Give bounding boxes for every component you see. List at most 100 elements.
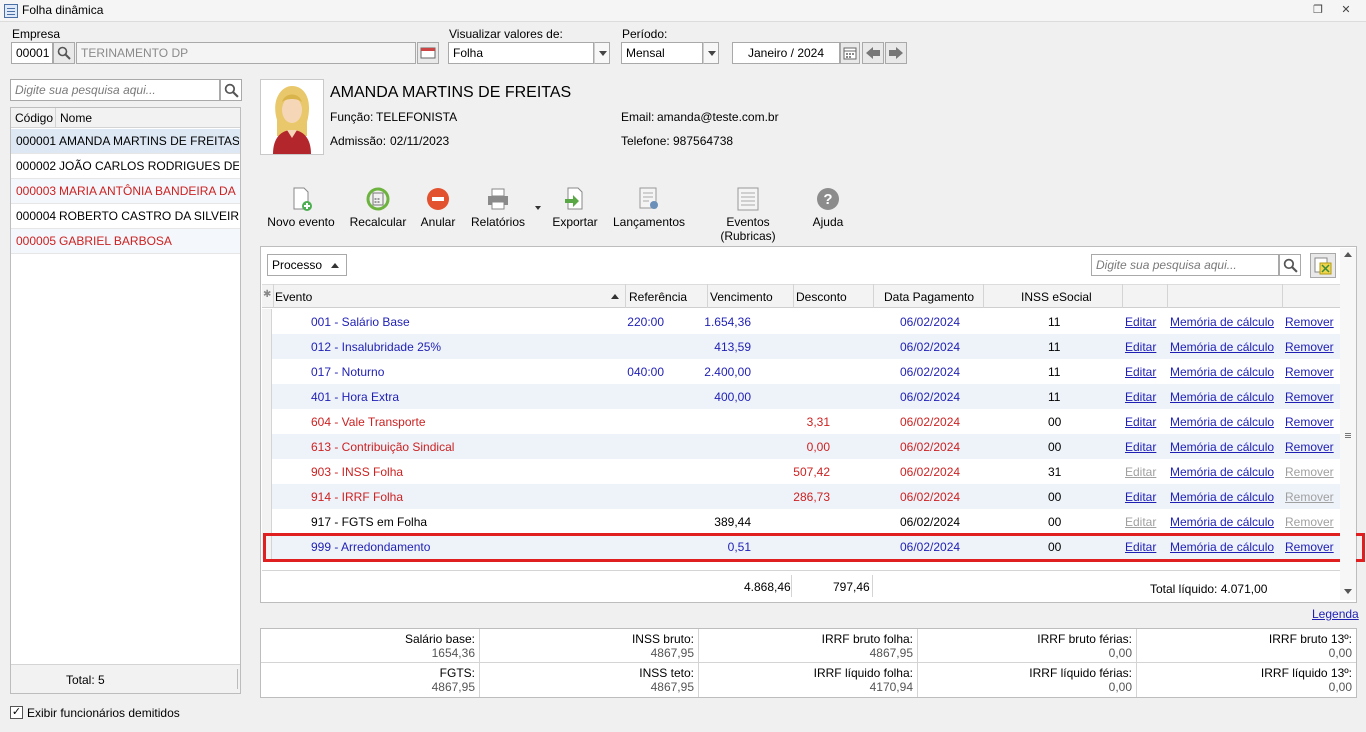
- row-indicator[interactable]: [262, 384, 272, 409]
- table-row[interactable]: 001 - Salário Base 220:00 1.654,36 06/02/20…: [262, 309, 1340, 334]
- sort-up-icon: [331, 263, 339, 268]
- remove-link[interactable]: Remover: [1285, 415, 1334, 429]
- grid-search-button[interactable]: [1279, 254, 1301, 276]
- memoria-calculo-link[interactable]: Memória de cálculo: [1170, 490, 1274, 504]
- memoria-calculo-link[interactable]: Memória de cálculo: [1170, 465, 1274, 479]
- row-indicator[interactable]: [262, 509, 272, 534]
- employee-search-button[interactable]: [220, 79, 242, 101]
- eventos-rubricas-button[interactable]: Eventos (Rubricas): [698, 187, 798, 243]
- next-period-button[interactable]: [885, 42, 907, 64]
- edit-link[interactable]: Editar: [1125, 440, 1156, 454]
- table-row[interactable]: 017 - Noturno 040:00 2.400,00 06/02/2024 11 E…: [262, 359, 1340, 384]
- previous-period-button[interactable]: [862, 42, 884, 64]
- col-desconto[interactable]: Desconto: [796, 290, 847, 304]
- scroll-grip-icon[interactable]: [1345, 433, 1351, 434]
- export-excel-button[interactable]: [1310, 253, 1336, 278]
- periodo-select[interactable]: Mensal: [621, 42, 703, 64]
- edit-link[interactable]: Editar: [1125, 365, 1156, 379]
- chevron-down-icon[interactable]: [703, 42, 719, 64]
- employee-row[interactable]: 000004 ROBERTO CASTRO DA SILVEIRA: [11, 204, 240, 229]
- relatorios-button[interactable]: Relatórios: [470, 187, 526, 229]
- col-referencia[interactable]: Referência: [629, 290, 687, 304]
- relatorios-dropdown-icon[interactable]: [535, 206, 541, 210]
- remove-link[interactable]: Remover: [1285, 365, 1334, 379]
- total-label: IRRF líquido 13º:: [1260, 666, 1352, 680]
- edit-link[interactable]: Editar: [1125, 340, 1156, 354]
- show-dismissed-checkbox[interactable]: ✓: [10, 706, 23, 719]
- telefone-value: 987564738: [673, 134, 734, 148]
- employee-row[interactable]: 000001 AMANDA MARTINS DE FREITAS: [11, 129, 240, 154]
- memoria-calculo-link[interactable]: Memória de cálculo: [1170, 515, 1274, 529]
- col-evento[interactable]: Evento: [275, 290, 312, 304]
- table-row[interactable]: 903 - INSS Folha 507,42 06/02/2024 31 Editar…: [262, 459, 1340, 484]
- empresa-code-input[interactable]: 00001: [11, 42, 53, 64]
- grid-scrollbar[interactable]: [1340, 248, 1356, 600]
- table-row[interactable]: 917 - FGTS em Folha 389,44 06/02/2024 00 Edi…: [262, 509, 1340, 534]
- employee-row[interactable]: 000002 JOÃO CARLOS RODRIGUES DE: [11, 154, 240, 179]
- memoria-calculo-link[interactable]: Memória de cálculo: [1170, 340, 1274, 354]
- edit-link[interactable]: Editar: [1125, 515, 1156, 529]
- memoria-calculo-link[interactable]: Memória de cálculo: [1170, 390, 1274, 404]
- remove-link[interactable]: Remover: [1285, 490, 1334, 504]
- scroll-down-icon[interactable]: [1344, 589, 1352, 594]
- event-desconto: 507,42: [793, 465, 830, 479]
- novo-evento-button[interactable]: Novo evento: [266, 187, 336, 229]
- memoria-calculo-link[interactable]: Memória de cálculo: [1170, 440, 1274, 454]
- employee-search-input[interactable]: Digite sua pesquisa aqui...: [10, 79, 220, 101]
- remove-link[interactable]: Remover: [1285, 315, 1334, 329]
- col-nome[interactable]: Nome: [60, 111, 92, 125]
- edit-link[interactable]: Editar: [1125, 315, 1156, 329]
- legenda-link[interactable]: Legenda: [1312, 607, 1359, 621]
- restore-icon[interactable]: ❐: [1310, 3, 1326, 17]
- recalcular-button[interactable]: Recalcular: [349, 187, 407, 229]
- table-row[interactable]: 604 - Vale Transporte 3,31 06/02/2024 00 Edi…: [262, 409, 1340, 434]
- employee-row[interactable]: 000005 GABRIEL BARBOSA: [11, 229, 240, 254]
- table-row[interactable]: 613 - Contribuição Sindical 0,00 06/02/202…: [262, 434, 1340, 459]
- col-inss-esocial[interactable]: INSS eSocial: [1021, 290, 1092, 304]
- edit-link[interactable]: Editar: [1125, 490, 1156, 504]
- exportar-button[interactable]: Exportar: [551, 187, 599, 229]
- ajuda-button[interactable]: ? Ajuda: [810, 187, 846, 229]
- employee-row[interactable]: 000003 MARIA ANTÔNIA BANDEIRA DA: [11, 179, 240, 204]
- table-row[interactable]: 401 - Hora Extra 400,00 06/02/2024 11 Editar…: [262, 384, 1340, 409]
- edit-link[interactable]: Editar: [1125, 465, 1156, 479]
- table-row[interactable]: 914 - IRRF Folha 286,73 06/02/2024 00 Editar…: [262, 484, 1340, 509]
- empresa-search-button[interactable]: [53, 42, 75, 64]
- chevron-down-icon[interactable]: [594, 42, 610, 64]
- period-date-field[interactable]: Janeiro / 2024: [732, 42, 840, 64]
- calendar-button[interactable]: [840, 42, 860, 64]
- col-data-pagamento[interactable]: Data Pagamento: [884, 290, 974, 304]
- anular-button[interactable]: Anular: [419, 187, 457, 229]
- remove-link[interactable]: Remover: [1285, 390, 1334, 404]
- remove-link[interactable]: Remover: [1285, 440, 1334, 454]
- lancamentos-button[interactable]: Lançamentos: [611, 187, 687, 229]
- row-indicator[interactable]: [262, 359, 272, 384]
- col-vencimento[interactable]: Vencimento: [710, 290, 773, 304]
- row-indicator[interactable]: [262, 459, 272, 484]
- event-name: 604 - Vale Transporte: [311, 415, 426, 429]
- remove-link[interactable]: Remover: [1285, 340, 1334, 354]
- close-icon[interactable]: ✕: [1338, 3, 1354, 17]
- row-indicator[interactable]: [262, 434, 272, 459]
- remove-link[interactable]: Remover: [1285, 515, 1334, 529]
- grid-header: ✱ Evento Referência Vencimento Desconto …: [262, 284, 1340, 308]
- col-codigo[interactable]: Código: [15, 111, 53, 125]
- row-indicator[interactable]: [262, 409, 272, 434]
- remove-link[interactable]: Remover: [1285, 465, 1334, 479]
- event-data-pagamento: 06/02/2024: [900, 440, 961, 454]
- total-cell: IRRF líquido 13º: 0,00: [1137, 663, 1356, 697]
- empresa-calendar-button[interactable]: [417, 42, 439, 64]
- row-indicator[interactable]: [262, 309, 272, 334]
- group-by-select[interactable]: Processo: [267, 254, 347, 276]
- grid-search-input[interactable]: Digite sua pesquisa aqui...: [1091, 254, 1279, 276]
- memoria-calculo-link[interactable]: Memória de cálculo: [1170, 415, 1274, 429]
- memoria-calculo-link[interactable]: Memória de cálculo: [1170, 315, 1274, 329]
- edit-link[interactable]: Editar: [1125, 390, 1156, 404]
- visualizar-select[interactable]: Folha: [448, 42, 594, 64]
- row-indicator[interactable]: [262, 334, 272, 359]
- row-indicator[interactable]: [262, 484, 272, 509]
- scroll-up-icon[interactable]: [1344, 252, 1352, 257]
- memoria-calculo-link[interactable]: Memória de cálculo: [1170, 365, 1274, 379]
- edit-link[interactable]: Editar: [1125, 415, 1156, 429]
- table-row[interactable]: 012 - Insalubridade 25% 413,59 06/02/2024 1…: [262, 334, 1340, 359]
